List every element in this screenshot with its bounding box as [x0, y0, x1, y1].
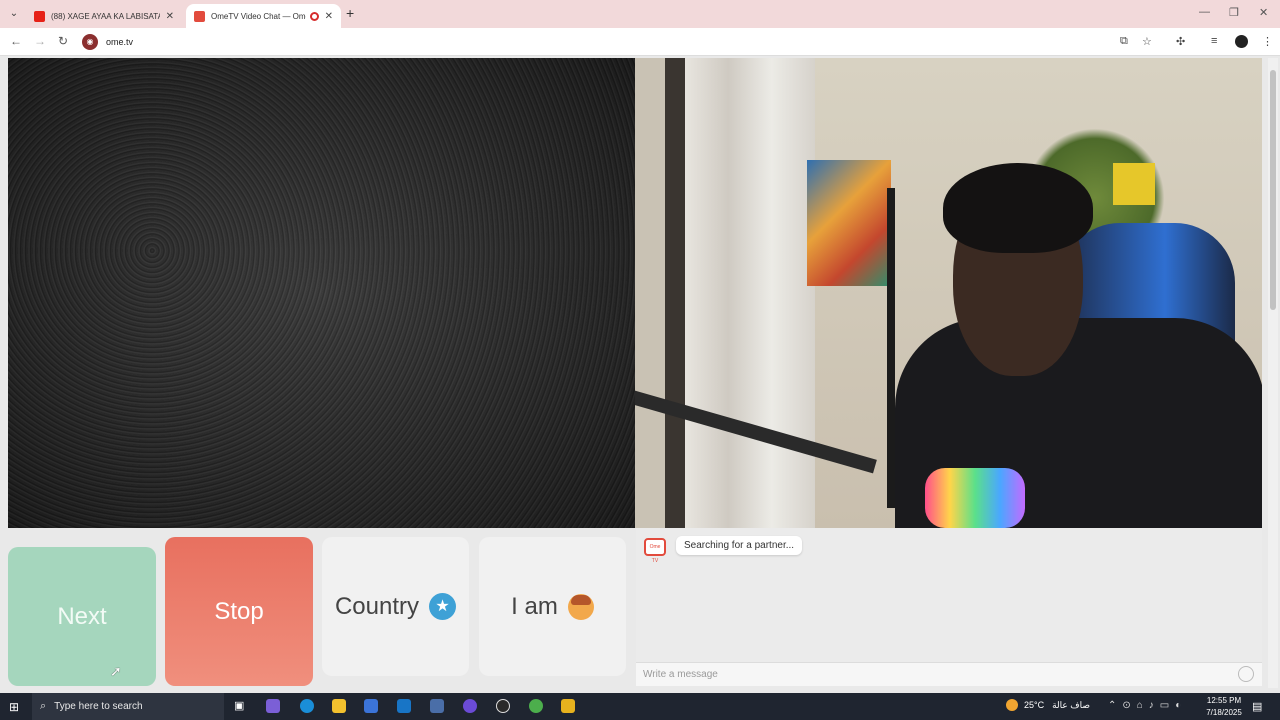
rgb-microphone — [925, 468, 1025, 528]
site-info-icon[interactable]: ◉ — [82, 34, 98, 50]
weather-temp: 25°C — [1024, 700, 1045, 710]
close-icon[interactable]: ✕ — [325, 11, 333, 22]
media-controls-icon[interactable]: ≡ — [1211, 35, 1217, 47]
status-message: Searching for a partner... — [676, 536, 803, 555]
i-am-label: I am — [511, 592, 558, 620]
discord-icon[interactable] — [463, 699, 477, 713]
star-icon: ★ — [429, 593, 457, 620]
person-hair — [943, 163, 1093, 253]
tripod — [887, 188, 895, 508]
copilot-icon[interactable] — [266, 699, 280, 713]
stop-button[interactable]: Stop — [165, 537, 313, 686]
taskbar-search[interactable]: ⌕ Type here to search — [32, 693, 224, 720]
logo-text: Ome TV — [649, 544, 661, 564]
minimize-icon[interactable]: — — [1199, 6, 1210, 18]
chrome-icon[interactable] — [529, 699, 543, 713]
notification-icon[interactable]: ▤ — [1252, 700, 1262, 713]
obs-icon[interactable] — [496, 699, 510, 713]
install-app-icon[interactable]: ⧉ — [1120, 35, 1128, 48]
message-input[interactable]: Write a message — [636, 662, 1262, 686]
browser-menu-icon[interactable]: ⋮ — [1262, 35, 1273, 48]
next-button[interactable]: Next — [8, 547, 156, 686]
task-view-icon[interactable]: ▣ — [234, 699, 248, 713]
bookmark-star-icon[interactable]: ☆ — [1142, 35, 1152, 48]
windows-start-icon[interactable]: ⊞ — [9, 700, 19, 714]
edge-icon[interactable] — [300, 699, 314, 713]
url-text: ome.tv — [106, 37, 134, 47]
i-am-button[interactable]: I am — [479, 537, 626, 676]
tab-title: (88) XAGE AYAA KA LABISATA H — [51, 11, 160, 21]
mouse-cursor-icon: ➚ — [110, 663, 122, 679]
scroll-thumb[interactable] — [1270, 70, 1276, 310]
rockstar-icon[interactable] — [561, 699, 575, 713]
forward-icon[interactable]: → — [34, 34, 46, 48]
weather-widget[interactable]: 25°C صاف عالة — [1006, 699, 1090, 711]
extensions-icon[interactable]: ✣ — [1176, 35, 1185, 48]
clock-time: 12:55 PM — [1206, 696, 1242, 705]
store-icon[interactable] — [364, 699, 378, 713]
self-camera-video — [635, 58, 1262, 528]
country-label: Country — [334, 592, 420, 620]
browser-toolbar: ← → ↻ ◉ ome.tv ⧉ ☆ ✣ ≡ ⋮ — [0, 28, 1280, 56]
page-scrollbar[interactable] — [1268, 58, 1278, 688]
tab-ometv[interactable]: OmeTV Video Chat — Ome ✕ — [186, 4, 341, 28]
weather-sun-icon — [1006, 699, 1018, 711]
recording-icon — [309, 11, 319, 21]
system-tray-icons[interactable]: ⌃⊙⌂♪▭◐ — [1108, 700, 1187, 711]
camel-poster — [1113, 163, 1155, 205]
clock-date: 7/18/2025 — [1206, 708, 1242, 717]
back-icon[interactable]: ← — [10, 34, 22, 48]
partner-video-static — [8, 58, 635, 528]
new-tab-button[interactable]: + — [346, 5, 354, 21]
outlook-icon[interactable] — [397, 699, 411, 713]
stop-label: Stop — [214, 597, 264, 625]
close-icon[interactable]: ✕ — [166, 11, 174, 22]
tab-youtube[interactable]: (88) XAGE AYAA KA LABISATA H ✕ — [26, 4, 182, 28]
profile-avatar[interactable] — [1235, 35, 1248, 48]
tab-search-icon[interactable]: ⌄ — [6, 6, 22, 22]
address-bar[interactable]: ◉ ome.tv — [78, 31, 1108, 53]
reload-icon[interactable]: ↻ — [58, 34, 68, 48]
search-icon: ⌕ — [40, 700, 47, 712]
chat-panel: Ome TV Searching for a partner... Write … — [636, 528, 1262, 686]
ometv-logo-icon: Ome TV — [644, 538, 666, 564]
boy-avatar-icon — [567, 593, 594, 620]
file-explorer-icon[interactable] — [332, 699, 346, 713]
weather-desc: صاف عالة — [1052, 699, 1091, 710]
ometv-icon — [194, 10, 205, 22]
wall-painting — [807, 160, 891, 286]
country-button[interactable]: Country ★ — [322, 537, 469, 676]
app-icon[interactable] — [430, 699, 444, 713]
tab-title: OmeTV Video Chat — Ome — [211, 11, 306, 21]
emoji-icon[interactable] — [1238, 666, 1254, 682]
curtain — [685, 58, 815, 528]
next-label: Next — [57, 602, 107, 630]
tab-strip: ⌄ (88) XAGE AYAA KA LABISATA H ✕ OmeTV V… — [0, 0, 1280, 28]
search-placeholder: Type here to search — [54, 701, 143, 712]
window-close-icon[interactable]: ✕ — [1259, 6, 1268, 19]
restore-icon[interactable]: ❐ — [1229, 6, 1239, 19]
youtube-icon — [34, 10, 45, 22]
taskbar-clock[interactable]: 12:55 PM 7/18/2025 — [1200, 695, 1248, 719]
